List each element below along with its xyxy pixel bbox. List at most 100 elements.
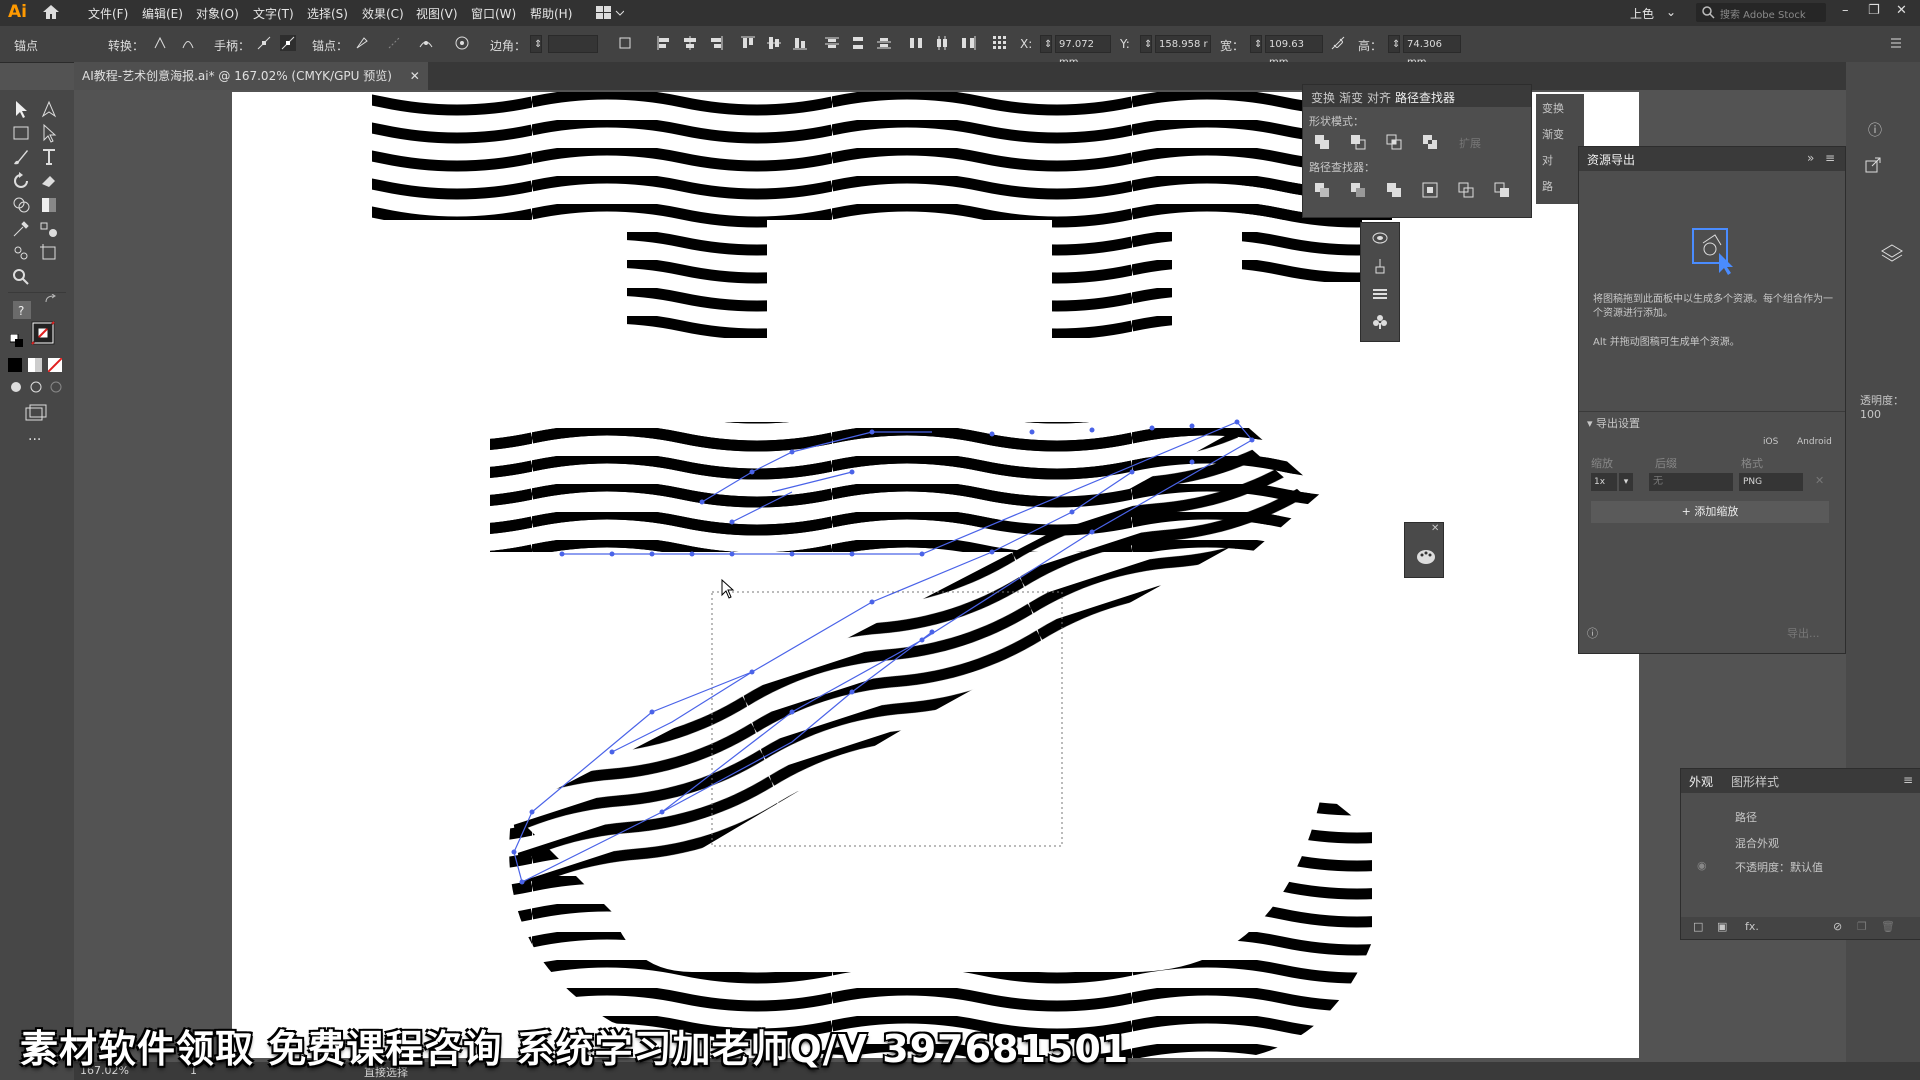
menu-select[interactable]: 选择(S) — [307, 5, 348, 22]
x-field[interactable]: 97.072 mm — [1055, 35, 1111, 68]
trim-icon[interactable] — [1349, 181, 1367, 199]
remove-scale-icon[interactable]: ✕ — [1815, 474, 1824, 487]
more-tools-icon[interactable]: ··· — [28, 432, 41, 448]
export-settings-toggle[interactable]: ▾ 导出设置 — [1587, 415, 1640, 431]
shape-builder-tool-icon[interactable] — [10, 194, 32, 216]
y-field[interactable]: 158.958 r — [1155, 35, 1211, 53]
align-right-icon[interactable] — [708, 35, 724, 51]
scale-select[interactable]: 1x — [1591, 473, 1617, 491]
unite-icon[interactable] — [1313, 133, 1331, 151]
align-bottom-icon[interactable] — [792, 35, 808, 51]
properties-info-icon[interactable]: ⓘ — [1868, 120, 1882, 140]
draw-inside-icon[interactable] — [48, 380, 64, 394]
add-scale-button[interactable]: + 添加缩放 — [1591, 501, 1829, 523]
menu-view[interactable]: 视图(V) — [416, 5, 458, 22]
ios-preset-button[interactable]: iOS — [1763, 437, 1778, 447]
blend-tool-icon[interactable] — [38, 218, 60, 240]
x-stepper[interactable]: ⇕ — [1040, 35, 1052, 53]
duplicate-item-icon[interactable]: ❐ — [1857, 920, 1867, 933]
workspace-layout-icon[interactable] — [596, 6, 624, 20]
align-top-icon[interactable] — [740, 35, 756, 51]
direct-selection-tool-icon[interactable] — [38, 122, 60, 144]
divide-icon[interactable] — [1313, 181, 1331, 199]
swap-fill-stroke-icon[interactable] — [44, 294, 58, 304]
transform-panel-button[interactable]: 变换 — [1542, 100, 1564, 116]
android-preset-button[interactable]: Android — [1797, 437, 1832, 447]
delete-item-icon[interactable]: 🗑 — [1881, 920, 1895, 933]
control-menu-icon[interactable] — [1888, 35, 1904, 51]
distribute-hcenter-icon[interactable] — [934, 35, 950, 51]
top-character-shape[interactable] — [372, 92, 1392, 338]
corner-radius-field[interactable] — [548, 35, 598, 53]
add-stroke-icon[interactable]: □ — [1693, 920, 1703, 933]
menu-object[interactable]: 对象(O) — [196, 5, 239, 22]
tab-graphic-styles[interactable]: 图形样式 — [1731, 773, 1779, 790]
height-field[interactable]: 74.306 mm — [1403, 35, 1461, 68]
width-field[interactable]: 109.63 mm — [1265, 35, 1323, 68]
paintbrush-tool-icon[interactable] — [10, 146, 32, 168]
rectangle-tool-icon[interactable] — [10, 122, 32, 144]
align-panel-button[interactable]: 对 — [1542, 152, 1553, 168]
default-colors-icon[interactable] — [10, 334, 24, 348]
distribute-left-icon[interactable] — [908, 35, 924, 51]
menu-effect[interactable]: 效果(C) — [362, 5, 404, 22]
add-fill-icon[interactable]: ▣ — [1717, 920, 1727, 933]
suffix-field[interactable]: 无 — [1649, 473, 1733, 491]
scale-dropdown-icon[interactable]: ▾ — [1619, 473, 1633, 491]
intersect-icon[interactable] — [1385, 133, 1403, 151]
chevron-down-icon[interactable]: ⌄ — [1666, 5, 1676, 19]
align-left-icon[interactable] — [656, 35, 672, 51]
close-window-button[interactable]: ✕ — [1896, 3, 1907, 18]
distribute-right-icon[interactable] — [960, 35, 976, 51]
hide-handles-icon[interactable] — [280, 35, 296, 51]
gradient-tool-icon[interactable] — [38, 194, 60, 216]
distribute-vcenter-icon[interactable] — [850, 35, 866, 51]
menu-window[interactable]: 窗口(W) — [471, 5, 516, 22]
minus-front-icon[interactable] — [1349, 133, 1367, 151]
color-mode-icon[interactable] — [8, 358, 22, 372]
panel-menu-icon[interactable]: ≡ — [1825, 151, 1835, 165]
selection-tool-icon[interactable] — [10, 98, 32, 120]
exclude-icon[interactable] — [1421, 133, 1439, 151]
corner-stepper[interactable]: ⇕ — [530, 35, 542, 53]
eyedropper-tool-icon[interactable] — [10, 218, 32, 240]
draw-normal-icon[interactable] — [8, 380, 24, 394]
pen-tool-icon[interactable] — [38, 98, 60, 120]
show-handles-icon[interactable] — [256, 35, 272, 51]
cut-path-icon[interactable] — [418, 35, 434, 51]
gradient-mode-icon[interactable] — [28, 358, 42, 372]
width-stepper[interactable]: ⇕ — [1250, 35, 1262, 53]
tab-appearance[interactable]: 外观 — [1689, 773, 1713, 790]
y-stepper[interactable]: ⇕ — [1140, 35, 1152, 53]
tab-pathfinder[interactable]: 路径查找器 — [1395, 89, 1455, 106]
symbols-icon[interactable] — [1371, 229, 1389, 247]
eraser-tool-icon[interactable] — [38, 170, 60, 192]
expand-button[interactable]: 扩展 — [1459, 135, 1481, 151]
home-icon[interactable] — [42, 4, 60, 20]
minus-back-icon[interactable] — [1493, 181, 1511, 199]
close-tab-icon[interactable]: ✕ — [410, 69, 420, 83]
brushes-icon[interactable] — [1371, 257, 1389, 275]
menu-type[interactable]: 文字(T) — [253, 5, 294, 22]
layers-icon[interactable] — [1880, 242, 1904, 264]
menu-edit[interactable]: 编辑(E) — [142, 5, 183, 22]
collapse-icon[interactable]: » — [1807, 151, 1814, 165]
pathfinder-panel-button[interactable]: 路 — [1542, 178, 1553, 194]
stock-search-input[interactable]: 搜索 Adobe Stock — [1696, 3, 1826, 22]
distribute-bottom-icon[interactable] — [876, 35, 892, 51]
export-button[interactable]: 导出... — [1787, 625, 1820, 641]
remove-anchor-icon[interactable] — [354, 35, 370, 51]
open-external-icon[interactable] — [1864, 156, 1882, 174]
outline-icon[interactable] — [1457, 181, 1475, 199]
crop-icon[interactable] — [1421, 181, 1439, 199]
align-vcenter-icon[interactable] — [766, 35, 782, 51]
zoom-tool-icon[interactable] — [10, 266, 32, 288]
club-icon[interactable] — [1371, 313, 1389, 331]
document-tab[interactable]: AI教程-艺术创意海报.ai* @ 167.02% (CMYK/GPU 预览) … — [74, 62, 428, 90]
connect-anchor-icon[interactable] — [386, 35, 402, 51]
symbol-sprayer-tool-icon[interactable] — [10, 242, 32, 264]
clear-appearance-icon[interactable]: ⊘ — [1833, 920, 1842, 933]
appearance-menu-icon[interactable]: ≡ — [1903, 773, 1913, 787]
screen-mode-icon[interactable] — [24, 404, 48, 422]
convert-smooth-icon[interactable] — [180, 35, 196, 51]
